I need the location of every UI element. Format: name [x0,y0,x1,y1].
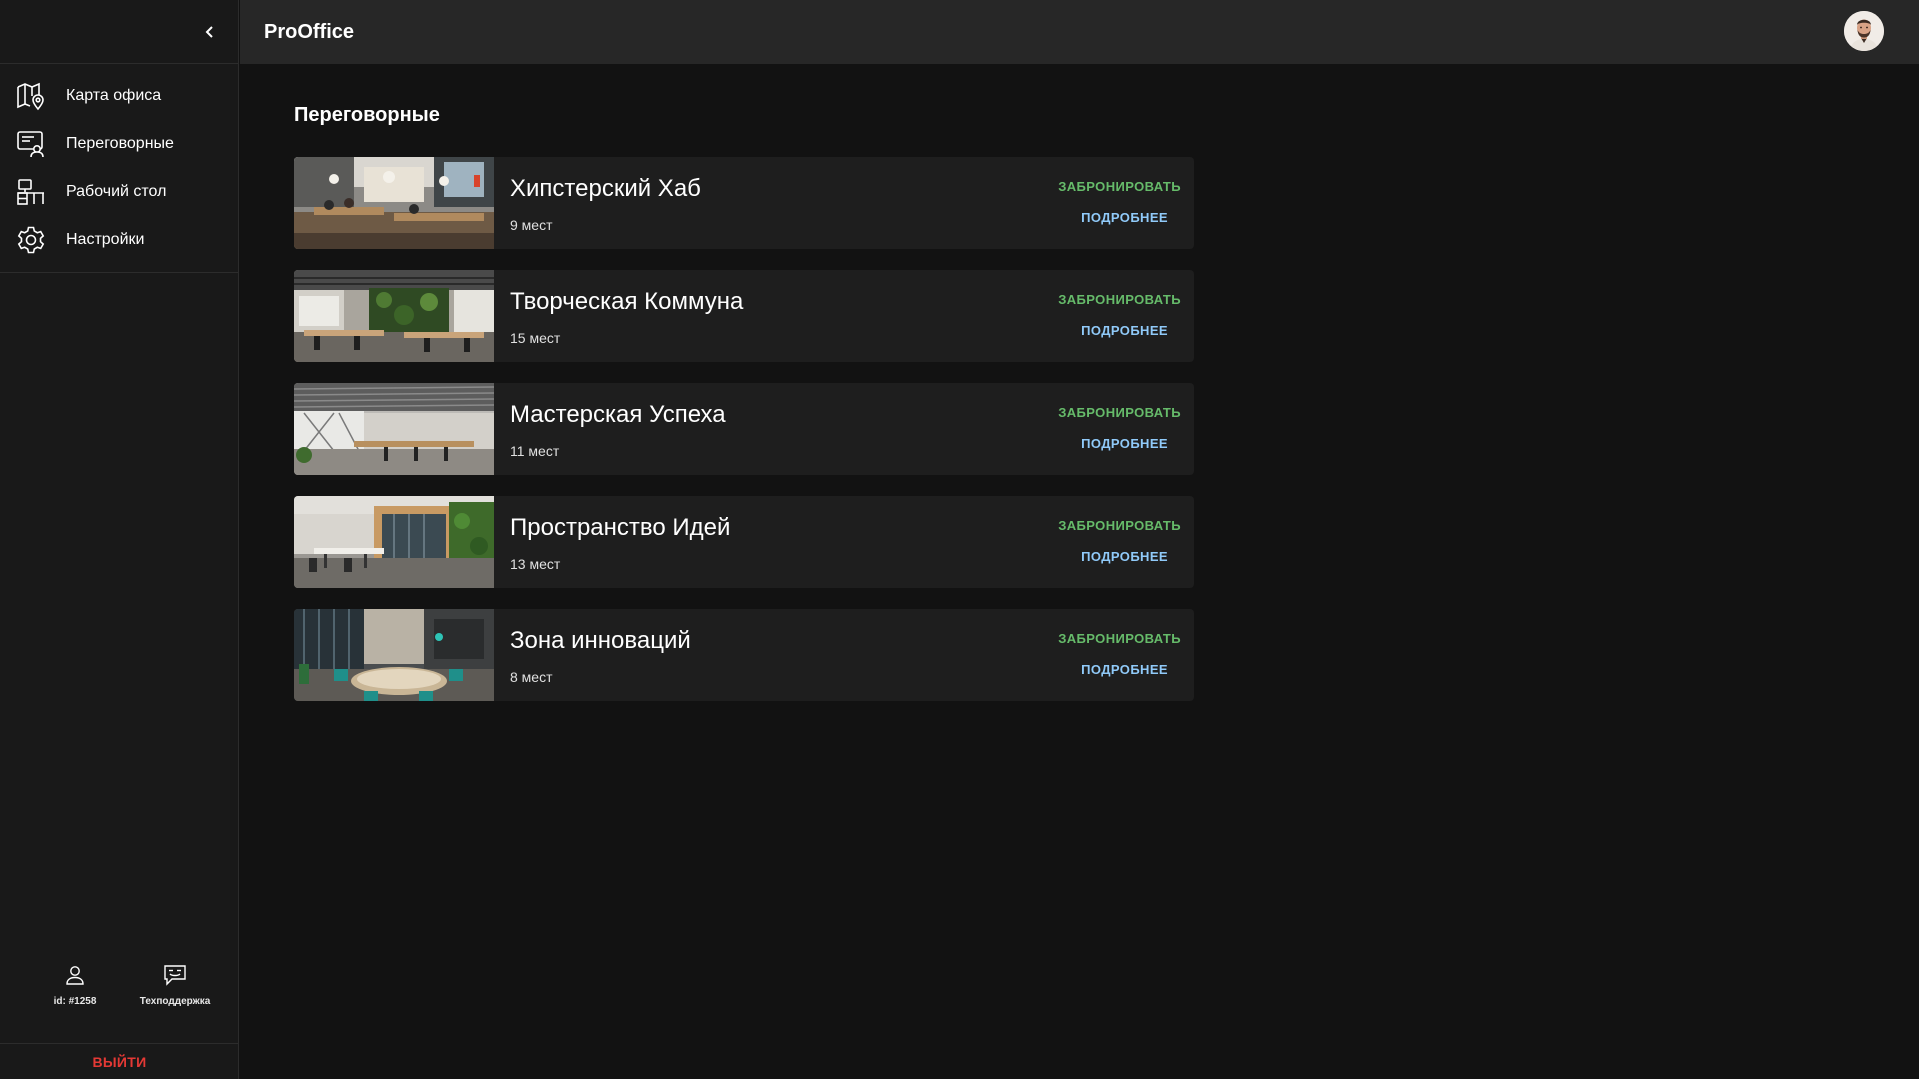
sidebar-item-settings[interactable]: Настройки [0,216,238,264]
room-name: Хипстерский Хаб [510,175,701,202]
support-button[interactable]: Техподдержка [140,962,210,1007]
details-button[interactable]: ПОДРОБНЕЕ [1051,436,1168,451]
details-button[interactable]: ПОДРОБНЕЕ [1051,323,1168,338]
room-info: Хипстерский Хаб 9 мест [494,157,701,249]
room-photo [294,383,494,475]
room-card: Пространство Идей 13 мест ЗАБРОНИРОВАТЬ … [294,496,1194,588]
logout-button[interactable]: ВЫЙТИ [0,1043,239,1079]
collapse-sidebar-button[interactable] [196,18,224,46]
room-photo [294,496,494,588]
room-photo [294,609,494,701]
sidebar-item-desk[interactable]: Рабочий стол [0,168,238,216]
support-label: Техподдержка [139,996,211,1007]
sidebar-header [0,0,238,64]
meeting-room-icon [15,129,46,160]
sidebar-item-label: Карта офиса [66,87,162,104]
avatar[interactable] [1844,11,1884,51]
main-content: Переговорные Хипстерский Хаб 9 мест ЗАБР… [294,64,1194,722]
sidebar-item-office-map[interactable]: Карта офиса [0,72,238,120]
room-info: Пространство Идей 13 мест [494,496,730,588]
sidebar-item-label: Переговорные [66,135,174,152]
app-title: ProOffice [264,20,355,43]
meeting-room-list: Хипстерский Хаб 9 мест ЗАБРОНИРОВАТЬ ПОД… [294,157,1194,701]
room-photo [294,270,494,362]
book-button[interactable]: ЗАБРОНИРОВАТЬ [1051,292,1181,307]
user-id-button[interactable]: id: #1258 [40,962,110,1007]
sidebar-item-label: Настройки [66,231,145,248]
room-seats: 15 мест [510,330,561,346]
sidebar-nav: Карта офиса Переговорные Рабочий стол На… [0,64,238,273]
page-title: Переговорные [294,104,440,126]
room-info: Зона инноваций 8 мест [494,609,691,701]
book-button[interactable]: ЗАБРОНИРОВАТЬ [1051,179,1181,194]
gear-icon [15,225,46,256]
room-actions: ЗАБРОНИРОВАТЬ ПОДРОБНЕЕ [1051,292,1181,338]
room-card: Творческая Коммуна 15 мест ЗАБРОНИРОВАТЬ… [294,270,1194,362]
top-bar: ProOffice [240,0,1919,64]
room-actions: ЗАБРОНИРОВАТЬ ПОДРОБНЕЕ [1051,631,1181,677]
chevron-left-icon [205,26,213,38]
room-info: Творческая Коммуна 15 мест [494,270,743,362]
room-seats: 13 мест [510,556,561,572]
room-card: Мастерская Успеха 11 мест ЗАБРОНИРОВАТЬ … [294,383,1194,475]
sidebar-footer: id: #1258 Техподдержка ВЫЙТИ [0,962,239,1079]
sidebar: Карта офиса Переговорные Рабочий стол На… [0,0,239,1079]
room-info: Мастерская Успеха 11 мест [494,383,726,475]
room-seats: 11 мест [510,443,560,459]
book-button[interactable]: ЗАБРОНИРОВАТЬ [1051,405,1181,420]
room-photo [294,157,494,249]
chat-support-icon [163,962,187,988]
room-actions: ЗАБРОНИРОВАТЬ ПОДРОБНЕЕ [1051,518,1181,564]
room-name: Пространство Идей [510,514,731,541]
office-map-icon [15,81,46,112]
sidebar-item-meeting-rooms[interactable]: Переговорные [0,120,238,168]
sidebar-utilities: id: #1258 Техподдержка [0,962,239,1043]
room-name: Мастерская Успеха [510,401,726,428]
room-actions: ЗАБРОНИРОВАТЬ ПОДРОБНЕЕ [1051,405,1181,451]
details-button[interactable]: ПОДРОБНЕЕ [1051,549,1168,564]
user-avatar-icon [1844,11,1884,51]
room-seats: 9 мест [510,217,553,233]
details-button[interactable]: ПОДРОБНЕЕ [1051,662,1168,677]
user-id-label: id: #1258 [53,996,97,1007]
room-actions: ЗАБРОНИРОВАТЬ ПОДРОБНЕЕ [1051,179,1181,225]
room-card: Зона инноваций 8 мест ЗАБРОНИРОВАТЬ ПОДР… [294,609,1194,701]
details-button[interactable]: ПОДРОБНЕЕ [1051,210,1168,225]
room-name: Зона инноваций [510,627,691,654]
sidebar-item-label: Рабочий стол [66,183,167,200]
user-icon [64,962,86,988]
room-card: Хипстерский Хаб 9 мест ЗАБРОНИРОВАТЬ ПОД… [294,157,1194,249]
room-seats: 8 мест [510,669,553,685]
book-button[interactable]: ЗАБРОНИРОВАТЬ [1051,518,1181,533]
book-button[interactable]: ЗАБРОНИРОВАТЬ [1051,631,1181,646]
room-name: Творческая Коммуна [510,288,744,315]
desk-icon [15,177,46,208]
